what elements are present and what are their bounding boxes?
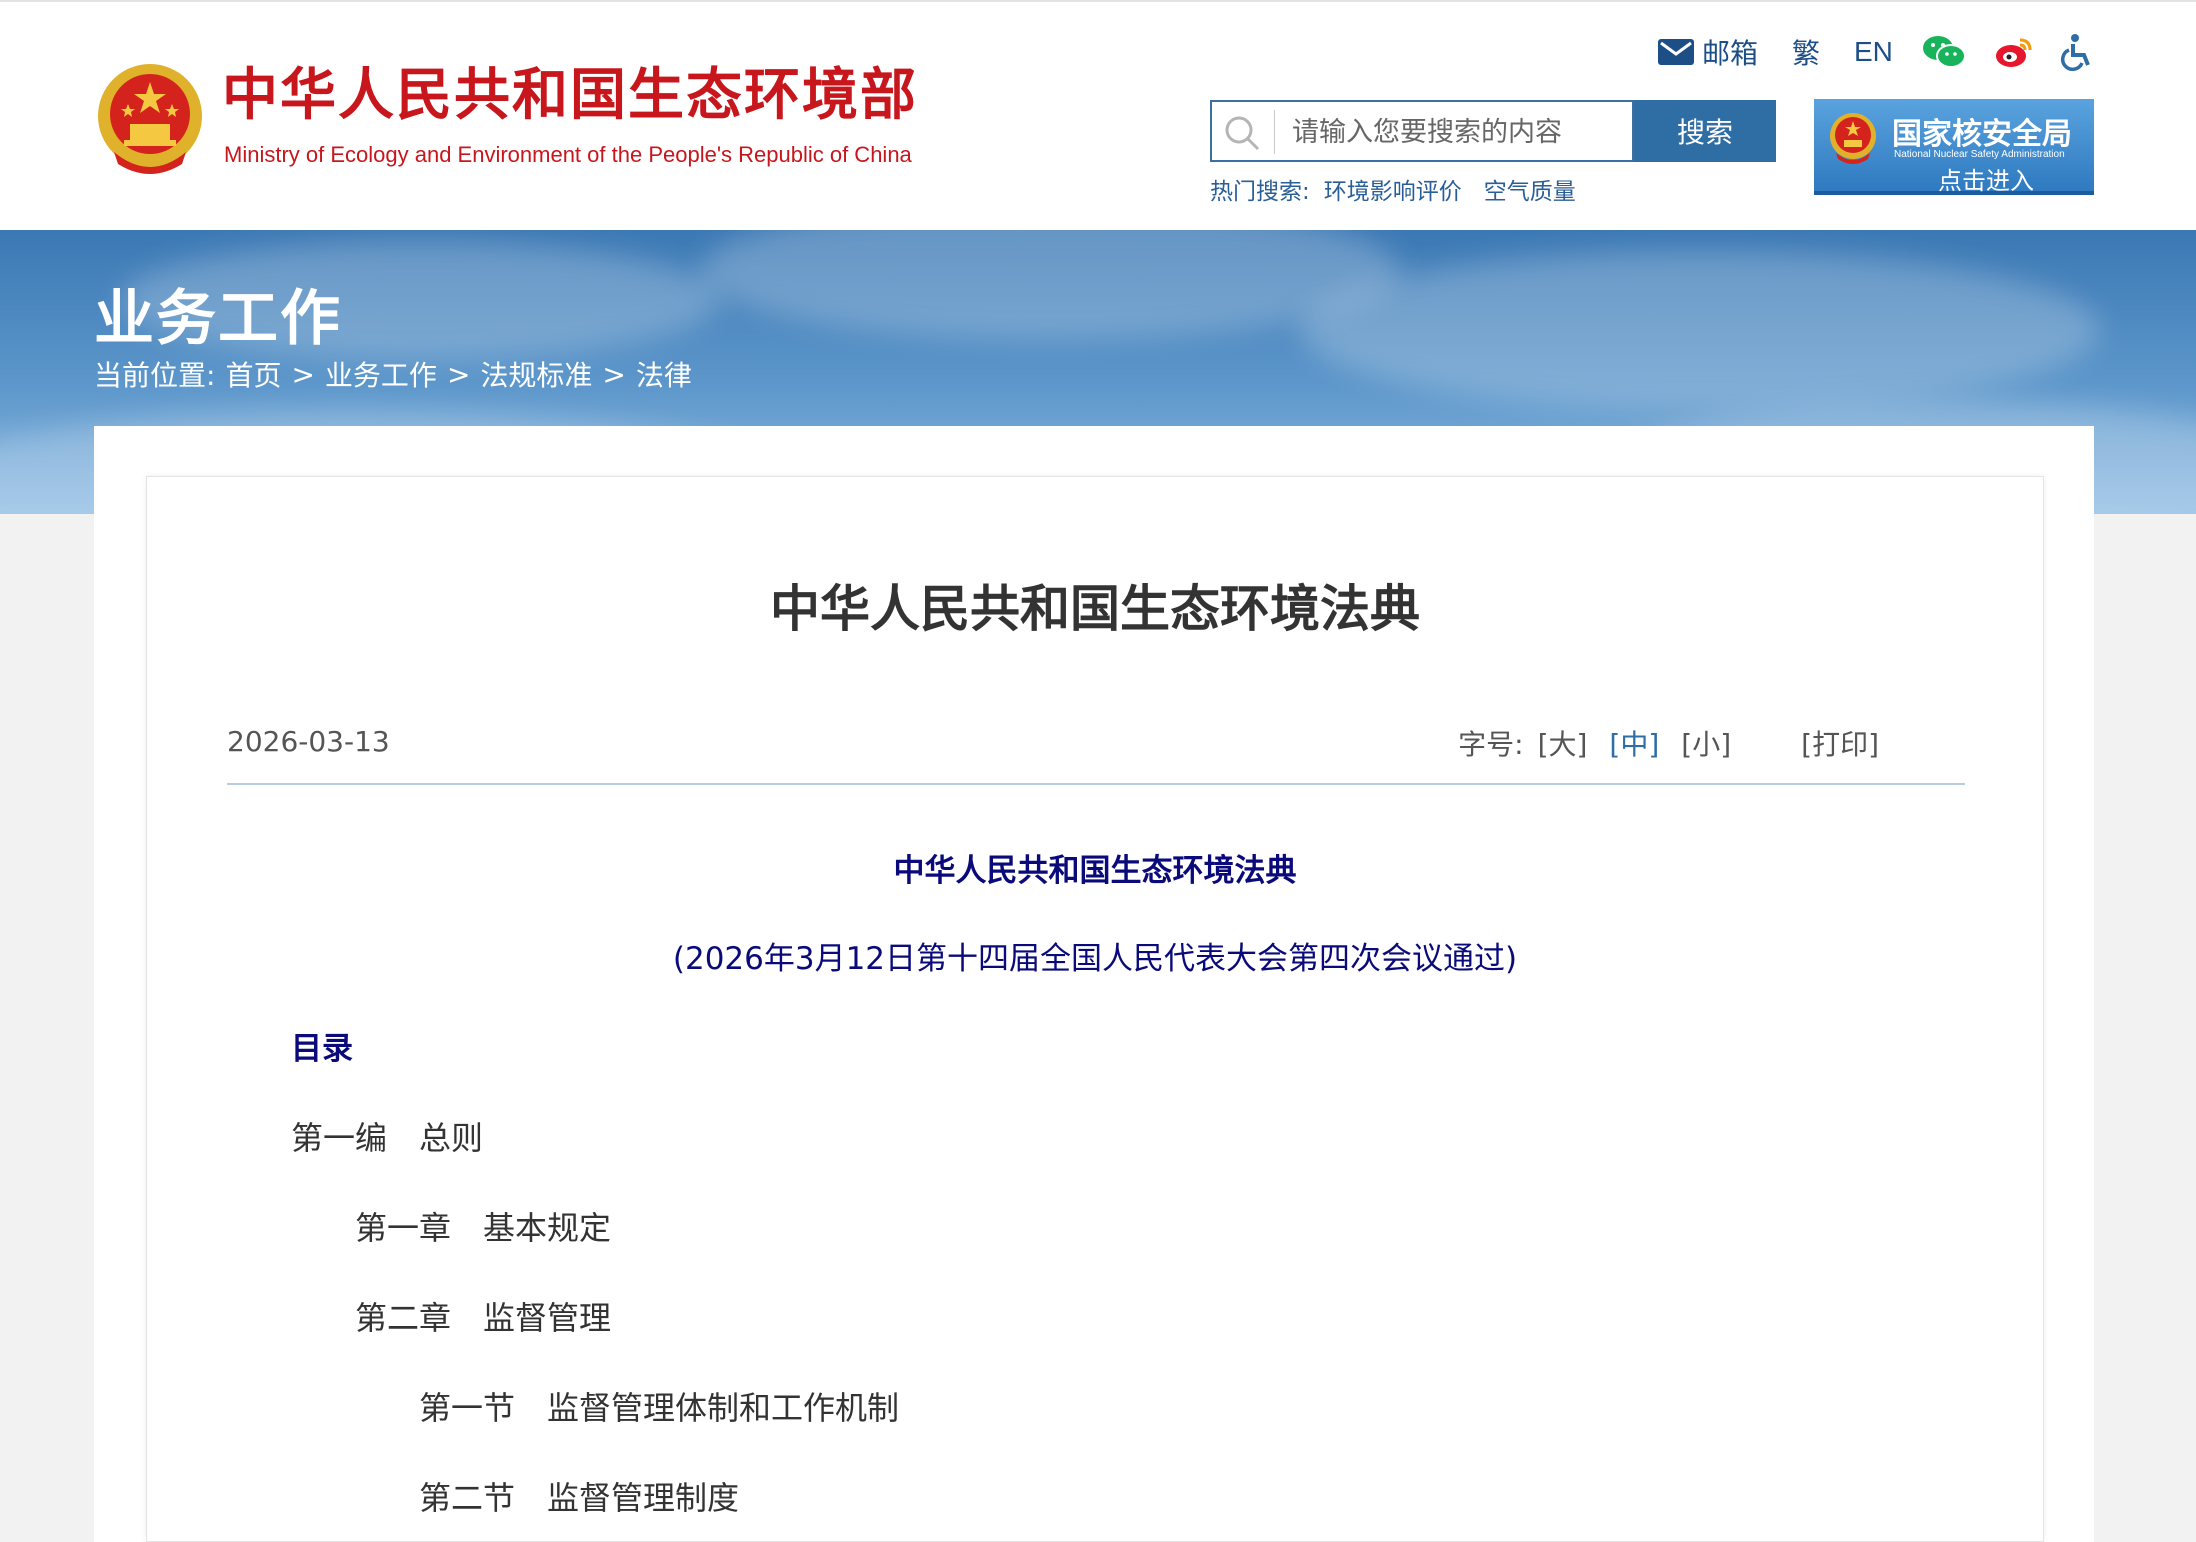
toc-item-number: 第一章 xyxy=(355,1209,452,1247)
section-title: 业务工作 xyxy=(94,284,342,354)
search-divider xyxy=(1274,110,1275,154)
accessibility-link[interactable] xyxy=(2060,30,2094,74)
search-button[interactable]: 搜索 xyxy=(1634,100,1776,162)
national-emblem-icon[interactable] xyxy=(94,60,206,178)
toc-item-title: 总则 xyxy=(419,1119,484,1157)
english-link[interactable]: EN xyxy=(1854,30,1893,74)
print-button[interactable]: [打印] xyxy=(1801,723,1879,763)
article-title: 中华人民共和国生态环境法典 xyxy=(770,580,1420,638)
hot-search-item[interactable]: 空气质量 xyxy=(1484,172,1576,206)
breadcrumb-item[interactable]: 法律 xyxy=(636,354,692,394)
wechat-link[interactable] xyxy=(1922,30,1966,74)
search-input[interactable] xyxy=(1292,106,1622,158)
article-card: 中华人民共和国生态环境法典 2026-03-13 字号: [大] [中] [小]… xyxy=(146,476,2044,1542)
site-name-english[interactable]: Ministry of Ecology and Environment of t… xyxy=(224,142,912,168)
toc-item-number: 第二节 xyxy=(419,1479,516,1517)
law-adoption-note: (2026年3月12日第十四届全国人民代表大会第四次会议通过) xyxy=(672,941,1518,977)
wechat-icon xyxy=(1923,36,1966,68)
breadcrumb-item[interactable]: 法规标准 xyxy=(480,354,592,394)
font-size-large-button[interactable]: [大] xyxy=(1538,723,1588,763)
breadcrumb: 当前位置: 首页 > 业务工作 > 法规标准 > 法律 xyxy=(94,354,692,394)
toc-item: 第一章 基本规定 xyxy=(355,1203,611,1249)
mailbox-label: 邮箱 xyxy=(1702,37,1759,70)
hot-search-item[interactable]: 环境影响评价 xyxy=(1324,172,1462,206)
accessibility-icon xyxy=(2061,34,2090,71)
toc-item: 第二章 监督管理 xyxy=(355,1293,611,1339)
toc-item-number: 第一编 xyxy=(291,1119,388,1157)
site-name[interactable]: 中华人民共和国生态环境部 xyxy=(222,68,918,124)
font-size-tools: 字号: [大] [中] [小] [打印] xyxy=(1458,723,1879,763)
toc-item-title: 监督管理 xyxy=(483,1299,612,1337)
nuclear-safety-banner[interactable]: 国家核安全局 National Nuclear Safety Administr… xyxy=(1814,99,2094,195)
hot-search-label: 热门搜索: xyxy=(1210,179,1310,205)
breadcrumb-home[interactable]: 首页 xyxy=(225,354,281,394)
toc-heading: 目录 xyxy=(291,1031,353,1067)
national-emblem-icon xyxy=(1830,113,1876,164)
breadcrumb-separator: > xyxy=(602,357,626,391)
divider xyxy=(227,783,1965,785)
mail-icon xyxy=(1658,39,1694,65)
toc-item: 第二节 监督管理制度 xyxy=(419,1473,739,1519)
font-size-small-button[interactable]: [小] xyxy=(1681,723,1731,763)
breadcrumb-separator: > xyxy=(446,357,471,391)
font-size-label: 字号: xyxy=(1458,728,1524,761)
law-heading: 中华人民共和国生态环境法典 xyxy=(893,853,1297,889)
breadcrumb-label: 当前位置: xyxy=(94,359,216,392)
toc-item: 第一节 监督管理体制和工作机制 xyxy=(419,1383,899,1429)
search-box xyxy=(1210,100,1634,162)
breadcrumb-item[interactable]: 业务工作 xyxy=(325,354,437,394)
toc-item-title: 基本规定 xyxy=(483,1209,612,1247)
mailbox-link[interactable]: 邮箱 xyxy=(1658,30,1758,74)
weibo-icon xyxy=(1996,38,2032,67)
nuclear-safety-subtitle: National Nuclear Safety Administration xyxy=(1894,149,2065,160)
toc-item: 第一编 总则 xyxy=(291,1113,483,1159)
toc-item-title: 监督管理制度 xyxy=(547,1479,740,1517)
toc-item-number: 第一节 xyxy=(419,1389,516,1427)
search-icon[interactable] xyxy=(1222,113,1262,153)
nuclear-safety-title: 国家核安全局 xyxy=(1892,117,2072,152)
font-size-medium-button[interactable]: [中] xyxy=(1609,723,1659,763)
nuclear-safety-enter: 点击进入 xyxy=(1938,167,2034,195)
toc-item-title: 监督管理体制和工作机制 xyxy=(547,1389,900,1427)
weibo-link[interactable] xyxy=(1994,30,2034,74)
hot-search: 热门搜索: 环境影响评价 空气质量 xyxy=(1210,172,1576,206)
site-header: 中华人民共和国生态环境部 Ministry of Ecology and Env… xyxy=(0,0,2196,230)
article-date: 2026-03-13 xyxy=(227,725,390,758)
traditional-chinese-link[interactable]: 繁 xyxy=(1792,30,1820,74)
toc-item-number: 第二章 xyxy=(355,1299,452,1337)
breadcrumb-separator: > xyxy=(291,357,315,391)
